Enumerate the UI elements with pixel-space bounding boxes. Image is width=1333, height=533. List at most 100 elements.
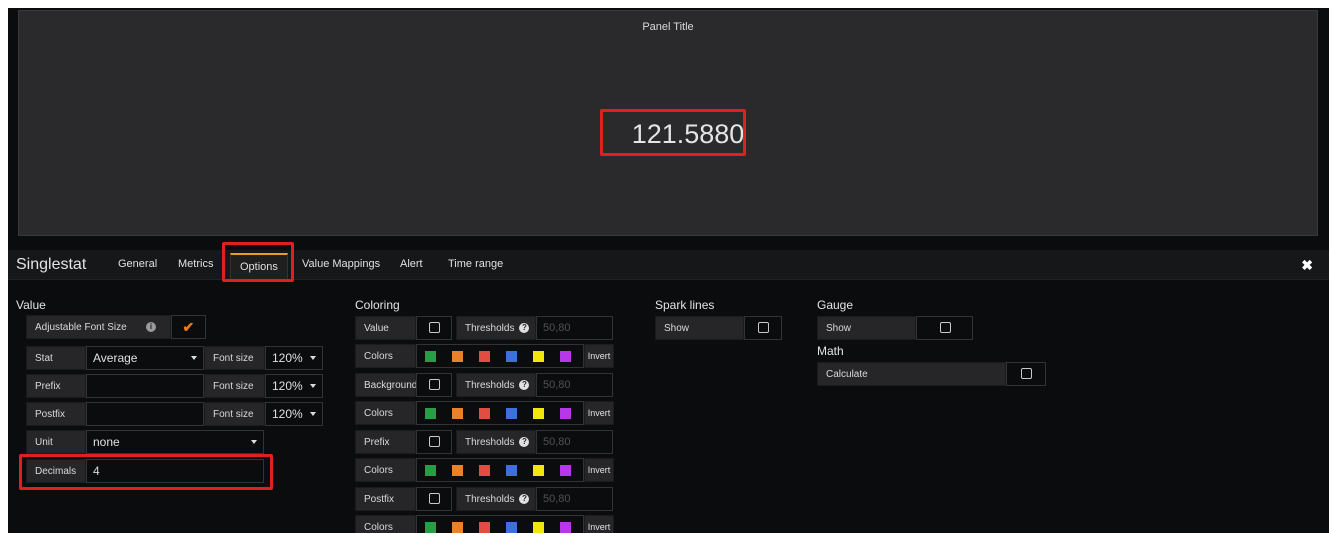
unit-select[interactable]: none bbox=[86, 430, 264, 454]
tab-metrics[interactable]: Metrics bbox=[178, 258, 213, 270]
colors-label: Colors bbox=[355, 458, 416, 482]
color-swatch[interactable] bbox=[533, 408, 544, 419]
coloring-value-label: Value bbox=[355, 316, 416, 340]
color-swatches bbox=[416, 344, 584, 368]
color-swatch[interactable] bbox=[560, 522, 571, 533]
color-swatch[interactable] bbox=[479, 408, 490, 419]
spark-lines-heading: Spark lines bbox=[655, 298, 715, 312]
stat-font-size-select[interactable]: 120% bbox=[265, 346, 323, 370]
color-swatch[interactable] bbox=[506, 408, 517, 419]
colors-label: Colors bbox=[355, 401, 416, 425]
colors-label: Colors bbox=[355, 515, 416, 533]
color-swatch[interactable] bbox=[452, 522, 463, 533]
postfix-font-size-select[interactable]: 120% bbox=[265, 402, 323, 426]
color-swatch[interactable] bbox=[479, 351, 490, 362]
invert-button[interactable]: Invert bbox=[584, 401, 614, 425]
editor-title: Singlestat bbox=[16, 256, 87, 273]
thresholds-input[interactable]: 50,80 bbox=[536, 430, 613, 454]
coloring-prefix-checkbox[interactable] bbox=[416, 430, 452, 454]
math-calculate-checkbox[interactable] bbox=[1006, 362, 1046, 386]
color-swatch[interactable] bbox=[452, 408, 463, 419]
color-swatches bbox=[416, 458, 584, 482]
color-swatches bbox=[416, 401, 584, 425]
thresholds-input[interactable]: 50,80 bbox=[536, 316, 613, 340]
gauge-heading: Gauge bbox=[817, 298, 854, 312]
panel-preview: Panel Title 121.5880 bbox=[18, 10, 1318, 236]
tab-alert[interactable]: Alert bbox=[400, 258, 423, 270]
math-calculate-label: Calculate bbox=[817, 362, 1006, 386]
grafana-frame: Panel Title 121.5880 Singlestat General … bbox=[8, 8, 1329, 533]
stat-select[interactable]: Average bbox=[86, 346, 204, 370]
postfix-input[interactable] bbox=[86, 402, 204, 426]
thresholds-input[interactable]: 50,80 bbox=[536, 487, 613, 511]
color-swatch[interactable] bbox=[533, 351, 544, 362]
gauge-show-checkbox[interactable] bbox=[916, 316, 973, 340]
close-icon[interactable]: ✖ bbox=[1301, 257, 1313, 274]
value-heading: Value bbox=[16, 298, 46, 312]
math-heading: Math bbox=[817, 344, 844, 358]
postfix-font-size-label: Font size bbox=[204, 402, 265, 426]
gauge-show-label: Show bbox=[817, 316, 916, 340]
decimals-input[interactable]: 4 bbox=[86, 459, 264, 483]
postfix-label: Postfix bbox=[26, 402, 86, 426]
checkbox-box bbox=[429, 379, 440, 390]
coloring-background-label: Background bbox=[355, 373, 417, 397]
chevron-down-icon bbox=[310, 412, 316, 416]
coloring-background-checkbox[interactable] bbox=[416, 373, 452, 397]
spark-lines-show-checkbox[interactable] bbox=[744, 316, 782, 340]
color-swatch[interactable] bbox=[479, 522, 490, 533]
color-swatch[interactable] bbox=[452, 351, 463, 362]
panel-title[interactable]: Panel Title bbox=[19, 21, 1317, 33]
tab-general[interactable]: General bbox=[118, 258, 157, 270]
coloring-postfix-checkbox[interactable] bbox=[416, 487, 452, 511]
color-swatch[interactable] bbox=[452, 465, 463, 476]
tab-time-range[interactable]: Time range bbox=[448, 258, 503, 270]
color-swatch[interactable] bbox=[533, 465, 544, 476]
thresholds-label: Thresholds? bbox=[456, 316, 536, 340]
invert-button[interactable]: Invert bbox=[584, 458, 614, 482]
coloring-heading: Coloring bbox=[355, 298, 400, 312]
color-swatch[interactable] bbox=[560, 351, 571, 362]
color-swatch[interactable] bbox=[425, 408, 436, 419]
color-swatch[interactable] bbox=[425, 522, 436, 533]
thresholds-input[interactable]: 50,80 bbox=[536, 373, 613, 397]
coloring-value-checkbox[interactable] bbox=[416, 316, 452, 340]
checkbox-box bbox=[758, 322, 769, 333]
tab-options[interactable]: Options bbox=[230, 253, 288, 279]
color-swatch[interactable] bbox=[479, 465, 490, 476]
checkbox-box bbox=[429, 322, 440, 333]
chevron-down-icon bbox=[310, 356, 316, 360]
color-swatch[interactable] bbox=[506, 522, 517, 533]
adjustable-font-size-label: Adjustable Font Size i bbox=[26, 315, 171, 339]
color-swatch[interactable] bbox=[425, 351, 436, 362]
question-icon[interactable]: ? bbox=[519, 437, 530, 447]
color-swatch[interactable] bbox=[560, 465, 571, 476]
stat-label: Stat bbox=[26, 346, 86, 370]
unit-label: Unit bbox=[26, 430, 86, 454]
question-icon[interactable]: ? bbox=[519, 380, 530, 390]
prefix-font-size-select[interactable]: 120% bbox=[265, 374, 323, 398]
stat-font-size-label: Font size bbox=[204, 346, 265, 370]
color-swatches bbox=[416, 515, 584, 533]
question-icon[interactable]: ? bbox=[519, 494, 530, 504]
editor-header: Singlestat General Metrics Options Value… bbox=[8, 250, 1329, 280]
color-swatch[interactable] bbox=[533, 522, 544, 533]
question-icon[interactable]: ? bbox=[519, 323, 530, 333]
invert-button[interactable]: Invert bbox=[584, 515, 614, 533]
adjustable-font-size-checkbox[interactable]: ✔ bbox=[171, 315, 206, 339]
info-icon[interactable]: i bbox=[146, 322, 156, 332]
color-swatch[interactable] bbox=[506, 465, 517, 476]
coloring-postfix-label: Postfix bbox=[355, 487, 416, 511]
color-swatch[interactable] bbox=[506, 351, 517, 362]
invert-button[interactable]: Invert bbox=[584, 344, 614, 368]
decimals-label: Decimals bbox=[26, 459, 86, 483]
tab-value-mappings[interactable]: Value Mappings bbox=[302, 258, 380, 270]
prefix-font-size-label: Font size bbox=[204, 374, 265, 398]
color-swatch[interactable] bbox=[425, 465, 436, 476]
chevron-down-icon bbox=[310, 384, 316, 388]
prefix-input[interactable] bbox=[86, 374, 204, 398]
color-swatch[interactable] bbox=[560, 408, 571, 419]
thresholds-label: Thresholds? bbox=[456, 430, 536, 454]
chevron-down-icon bbox=[191, 356, 197, 360]
coloring-prefix-label: Prefix bbox=[355, 430, 416, 454]
